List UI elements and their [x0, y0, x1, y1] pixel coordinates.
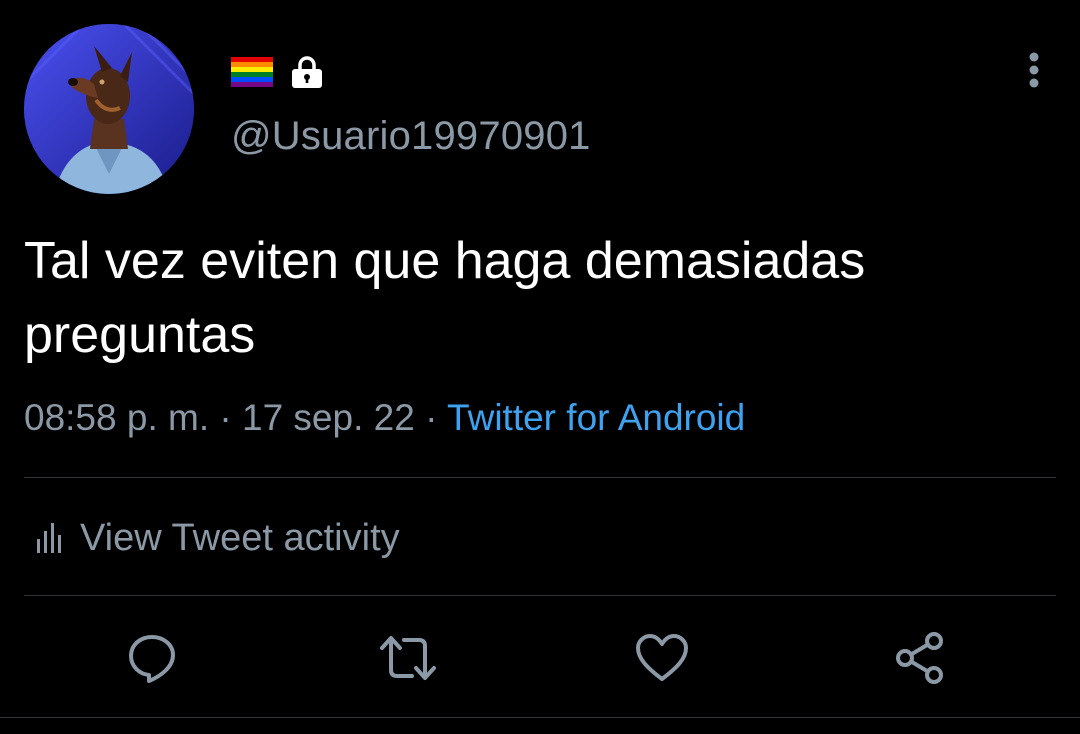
like-button[interactable] [632, 628, 692, 688]
lock-icon [292, 56, 322, 88]
retweet-button[interactable] [378, 628, 438, 688]
share-button[interactable] [890, 628, 950, 688]
more-options-button[interactable] [1010, 46, 1058, 94]
reply-button[interactable] [122, 628, 182, 688]
retweet-icon [380, 636, 436, 680]
avatar[interactable] [24, 24, 194, 194]
divider [24, 595, 1056, 596]
avatar-doberman-image [24, 24, 194, 194]
heart-icon [636, 634, 688, 681]
meta-separator: · [425, 397, 438, 438]
tweet-date: 17 sep. 22 [242, 397, 415, 438]
reply-icon [129, 635, 175, 683]
share-icon [896, 632, 943, 684]
tweet-meta: 08:58 p. m. · 17 sep. 22 · Twitter for A… [24, 392, 745, 444]
divider [0, 717, 1080, 718]
tweet-action-bar [0, 622, 1080, 694]
view-tweet-activity-button[interactable]: View Tweet activity [36, 512, 400, 564]
tweet-source-link[interactable]: Twitter for Android [447, 397, 745, 438]
divider [24, 477, 1056, 478]
more-vertical-icon [1029, 52, 1039, 88]
bar-chart-icon [37, 523, 61, 553]
tweet-time: 08:58 p. m. [24, 397, 210, 438]
rainbow-flag-icon [231, 57, 273, 87]
author-handle[interactable]: @Usuario19970901 [231, 112, 591, 160]
tweet-text: Tal vez eviten que haga demasiadas pregu… [24, 232, 866, 364]
tweet-detail: @Usuario19970901 Tal vez eviten que haga… [0, 0, 1080, 734]
author-name-row [231, 52, 325, 92]
meta-separator: · [219, 397, 232, 438]
view-tweet-activity-label: View Tweet activity [80, 517, 400, 559]
